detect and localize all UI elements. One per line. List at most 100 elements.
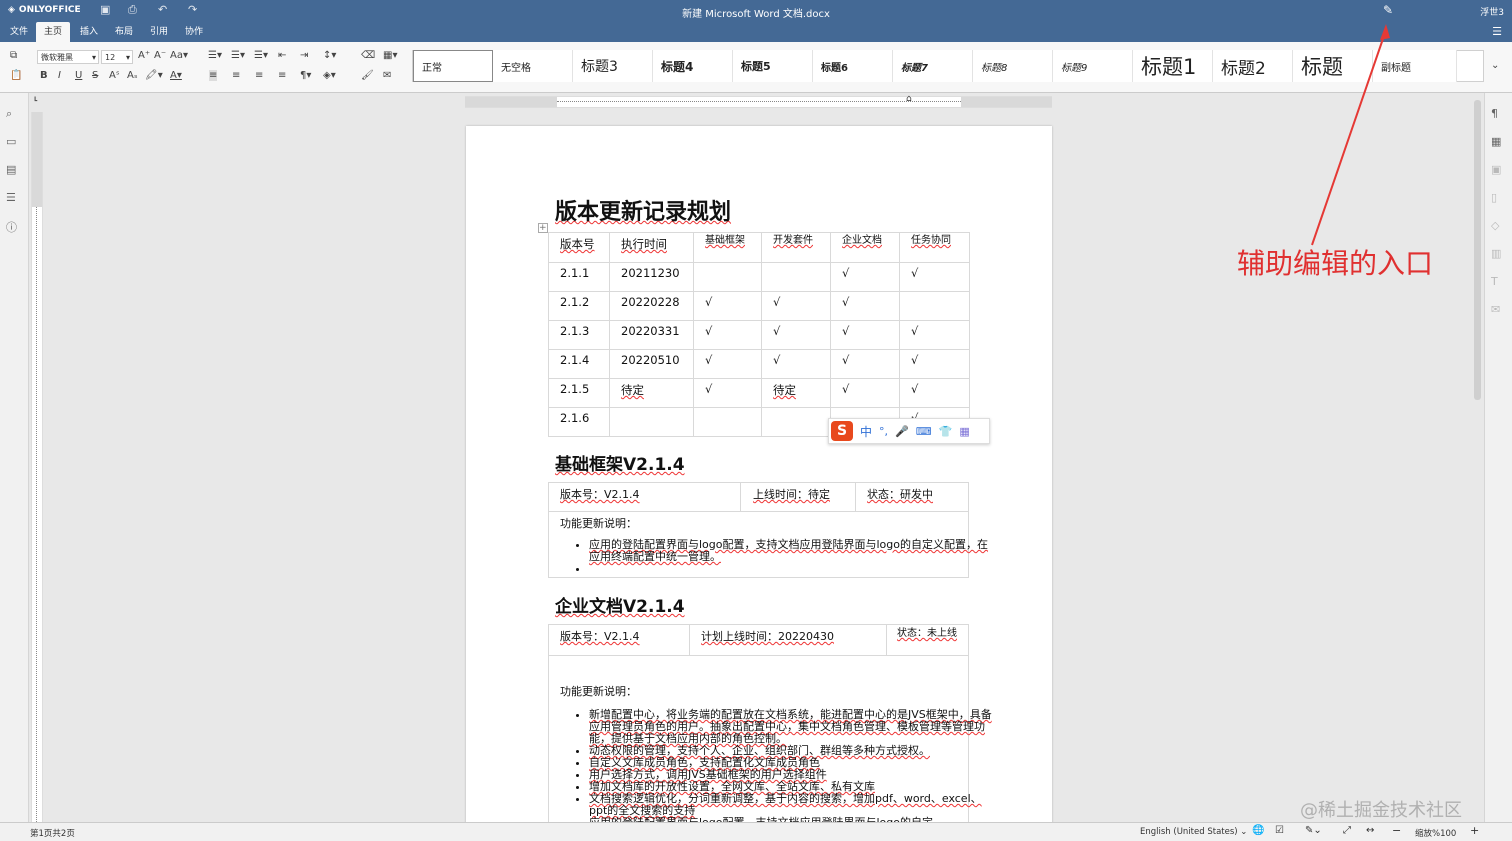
underline-icon[interactable]: U — [75, 70, 82, 81]
punctuation-icon[interactable]: °, — [879, 425, 888, 438]
style-no-spacing[interactable]: 无空格 — [493, 50, 573, 82]
text-art-icon[interactable]: T — [1491, 275, 1498, 288]
table-settings-icon[interactable]: ▦ — [1491, 135, 1501, 148]
bold-icon[interactable]: B — [40, 70, 48, 81]
style-heading3[interactable]: 标题3 — [573, 50, 653, 82]
table-cell[interactable]: √ — [693, 320, 762, 350]
table-cell[interactable]: √ — [899, 378, 970, 408]
tab-layout[interactable]: 布局 — [107, 22, 141, 42]
change-case-icon[interactable]: Aa▾ — [170, 50, 188, 61]
status-label[interactable]: 状态：研发中 — [867, 486, 933, 502]
toolbox-icon[interactable]: ▦ — [959, 425, 969, 438]
table-cell[interactable]: 2.1.3 — [548, 320, 610, 350]
search-icon[interactable]: ⌕ — [6, 107, 12, 121]
style-heading7[interactable]: 标题7 — [893, 50, 973, 82]
table-header-cell[interactable]: 基础框架 — [693, 232, 762, 263]
style-heading9[interactable]: 标题9 — [1053, 50, 1133, 82]
table-header-cell[interactable]: 执行时间 — [609, 232, 694, 263]
table-cell[interactable]: √ — [761, 291, 831, 321]
table-cell[interactable]: √ — [761, 349, 831, 379]
section-heading[interactable]: 基础框架V2.1.4 — [555, 450, 685, 475]
fit-page-icon[interactable]: ⤢ — [1343, 825, 1351, 836]
document-title[interactable]: 版本更新记录规划 — [555, 194, 731, 226]
copy-style-icon[interactable]: 🖌 — [361, 70, 374, 81]
style-normal[interactable]: 正常 — [413, 50, 493, 82]
paste-icon[interactable]: 📋 — [10, 70, 22, 81]
version-label[interactable]: 版本号：V2.1.4 — [560, 628, 640, 644]
table-cell[interactable]: 2.1.6 — [548, 407, 610, 437]
table-header-cell[interactable]: 任务协同 — [899, 232, 970, 263]
skin-icon[interactable]: 👕 — [939, 425, 953, 438]
section-box[interactable]: 版本号：V2.1.4 计划上线时间：20220430 状态：未上线 功能更新说明… — [548, 624, 992, 834]
table-cell[interactable]: 2.1.1 — [548, 262, 610, 292]
table-cell[interactable]: 待定 — [761, 378, 831, 408]
table-cell[interactable] — [761, 407, 831, 437]
font-size-select[interactable]: 12 ▾ — [101, 50, 133, 64]
table-cell[interactable] — [609, 407, 694, 437]
table-cell[interactable]: √ — [830, 349, 900, 379]
tab-references[interactable]: 引用 — [142, 22, 176, 42]
style-gallery-expand-icon[interactable]: ⌄ — [1491, 60, 1499, 71]
list-item[interactable] — [589, 563, 994, 575]
style-heading2[interactable]: 标题2 — [1213, 50, 1293, 82]
paragraph-settings-icon[interactable]: ¶ — [1491, 107, 1498, 120]
decrease-font-icon[interactable]: A⁻ — [154, 50, 166, 61]
style-heading8[interactable]: 标题8 — [973, 50, 1053, 82]
feature-list[interactable]: 新增配置中心，将业务端的配置放在文档系统，能进配置中心的是JVS框架中，具备应用… — [549, 709, 994, 829]
section-heading[interactable]: 企业文档V2.1.4 — [555, 592, 685, 617]
table-cell[interactable] — [761, 262, 831, 292]
line-spacing-icon[interactable]: ↕▾ — [323, 50, 336, 61]
list-item[interactable]: 文档搜索逻辑优化，分词重新调整，基于内容的搜索，增加pdf、word、excel… — [589, 793, 994, 817]
table-cell[interactable]: √ — [830, 291, 900, 321]
table-cell[interactable] — [693, 262, 762, 292]
ime-language[interactable]: 中 — [860, 423, 872, 440]
justify-icon[interactable]: ≡ — [278, 70, 286, 81]
italic-icon[interactable]: I — [58, 70, 61, 81]
clear-style-icon[interactable]: ⌫ — [361, 50, 375, 61]
shape-settings-icon[interactable]: ◇ — [1491, 219, 1499, 232]
version-label[interactable]: 版本号：V2.1.4 — [560, 486, 640, 502]
multilevel-list-icon[interactable]: ☰▾ — [254, 50, 268, 61]
online-time-label[interactable]: 上线时间：待定 — [753, 486, 830, 502]
table-cell[interactable]: 20220228 — [609, 291, 694, 321]
table-move-handle-icon[interactable]: + — [538, 223, 548, 233]
mail-merge-icon[interactable]: ✉ — [383, 70, 391, 81]
page-info[interactable]: 第1页共2页 — [30, 827, 75, 839]
table-cell[interactable]: 2.1.2 — [548, 291, 610, 321]
feature-list[interactable]: 应用的登陆配置界面与logo配置，支持文档应用登陆界面与logo的自定义配置，在… — [549, 539, 994, 575]
online-time-label[interactable]: 计划上线时间：20220430 — [701, 628, 834, 644]
bullets-icon[interactable]: ☰▾ — [208, 50, 222, 61]
chat-icon[interactable]: ▤ — [6, 163, 16, 176]
about-icon[interactable]: ⓘ — [6, 219, 17, 235]
mail-merge-side-icon[interactable]: ✉ — [1491, 303, 1500, 316]
color-scheme-icon[interactable]: ▦▾ — [383, 50, 397, 61]
align-left-icon[interactable]: ≡ — [209, 70, 218, 81]
navigation-icon[interactable]: ☰ — [6, 191, 16, 204]
style-heading1[interactable]: 标题1 — [1133, 50, 1213, 82]
more-menu-icon[interactable]: ☰ — [1492, 25, 1502, 38]
table-cell[interactable]: √ — [693, 378, 762, 408]
increase-font-icon[interactable]: A⁺ — [138, 50, 150, 61]
desc-label[interactable]: 功能更新说明： — [560, 683, 637, 699]
table-cell[interactable]: √ — [830, 378, 900, 408]
chart-settings-icon[interactable]: ▥ — [1491, 247, 1501, 260]
track-changes-icon[interactable]: ✎⌄ — [1305, 825, 1322, 836]
keyboard-icon[interactable]: ⌨ — [916, 425, 932, 438]
table-cell[interactable] — [693, 407, 762, 437]
highlight-icon[interactable]: 🖍▾ — [145, 70, 163, 81]
numbering-icon[interactable]: ☰▾ — [231, 50, 245, 61]
table-cell[interactable]: 20220331 — [609, 320, 694, 350]
table-cell[interactable]: 20211230 — [609, 262, 694, 292]
section-box[interactable]: 版本号：V2.1.4 上线时间：待定 状态：研发中 功能更新说明： 应用的登陆配… — [548, 482, 988, 578]
table-cell[interactable]: √ — [899, 320, 970, 350]
table-cell[interactable]: √ — [830, 262, 900, 292]
tab-file[interactable]: 文件 — [2, 22, 36, 42]
table-cell[interactable]: √ — [899, 262, 970, 292]
user-name[interactable]: 浮世3 — [1480, 5, 1504, 18]
zoom-level[interactable]: 缩放%100 — [1415, 827, 1456, 839]
superscript-icon[interactable]: Aˢ — [109, 70, 120, 81]
table-header-cell[interactable]: 企业文档 — [830, 232, 900, 263]
table-cell[interactable]: 2.1.5 — [548, 378, 610, 408]
paragraph-marks-icon[interactable]: ¶▾ — [300, 70, 311, 81]
header-footer-icon[interactable]: ▯ — [1491, 191, 1497, 204]
